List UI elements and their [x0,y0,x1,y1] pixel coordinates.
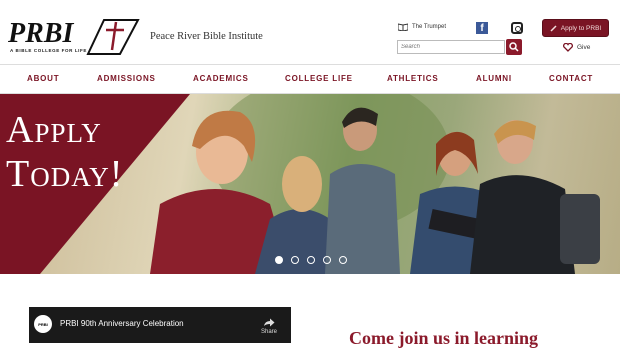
video-title[interactable]: PRBI 90th Anniversary Celebration [60,319,184,328]
hero-heading[interactable]: Apply Today! [6,108,123,196]
apply-label: Apply to PRBI [560,24,602,32]
carousel-dot[interactable] [275,256,283,264]
carousel-dots [275,256,347,264]
svg-text:PRBI: PRBI [8,18,74,49]
facebook-icon[interactable]: f [476,22,488,34]
share-button[interactable]: Share [258,318,280,335]
section-heading: Come join us in learning [349,328,539,348]
nav-item-alumni[interactable]: ALUMNI [476,74,512,83]
heart-icon [563,43,573,52]
search-icon [509,42,519,52]
hero-carousel[interactable]: Apply Today! [0,94,620,274]
nav-item-contact[interactable]: CONTACT [549,74,593,83]
carousel-dot[interactable] [339,256,347,264]
carousel-dot[interactable] [291,256,299,264]
svg-text:A BIBLE COLLEGE FOR LIFE: A BIBLE COLLEGE FOR LIFE [10,48,87,53]
share-label: Share [260,329,277,335]
search-input[interactable] [397,40,505,54]
give-link[interactable]: Give [563,43,590,52]
site-header: PRBI A BIBLE COLLEGE FOR LIFE Peace Rive… [0,0,620,64]
trumpet-label: The Trumpet [412,24,447,30]
site-name: Peace River Bible Institute [150,31,263,42]
book-icon [398,23,408,31]
apply-button[interactable]: Apply to PRBI [542,19,609,37]
give-label: Give [577,44,591,51]
nav-item-athletics[interactable]: ATHLETICS [387,74,439,83]
trumpet-link[interactable]: The Trumpet [398,23,446,31]
share-icon [264,318,275,327]
video-embed[interactable]: PRBI PRBI 90th Anniversary Celebration [29,307,291,343]
hero-line-2: Today! [6,153,124,195]
nav-item-admissions[interactable]: ADMISSIONS [97,74,156,83]
nav-item-about[interactable]: ABOUT [27,74,59,83]
carousel-dot[interactable] [307,256,315,264]
carousel-dot[interactable] [323,256,331,264]
hero-line-1: Apply [6,109,102,151]
video-channel-logo: PRBI [34,315,52,333]
pencil-icon [550,24,557,32]
search-button[interactable] [506,39,522,55]
main-nav: ABOUT ADMISSIONS ACADEMICS COLLEGE LIFE … [0,64,620,94]
instagram-icon[interactable] [511,22,523,34]
nav-item-college-life[interactable]: COLLEGE LIFE [285,74,353,83]
nav-item-academics[interactable]: ACADEMICS [193,74,249,83]
prbi-logo[interactable]: PRBI A BIBLE COLLEGE FOR LIFE [8,16,140,56]
